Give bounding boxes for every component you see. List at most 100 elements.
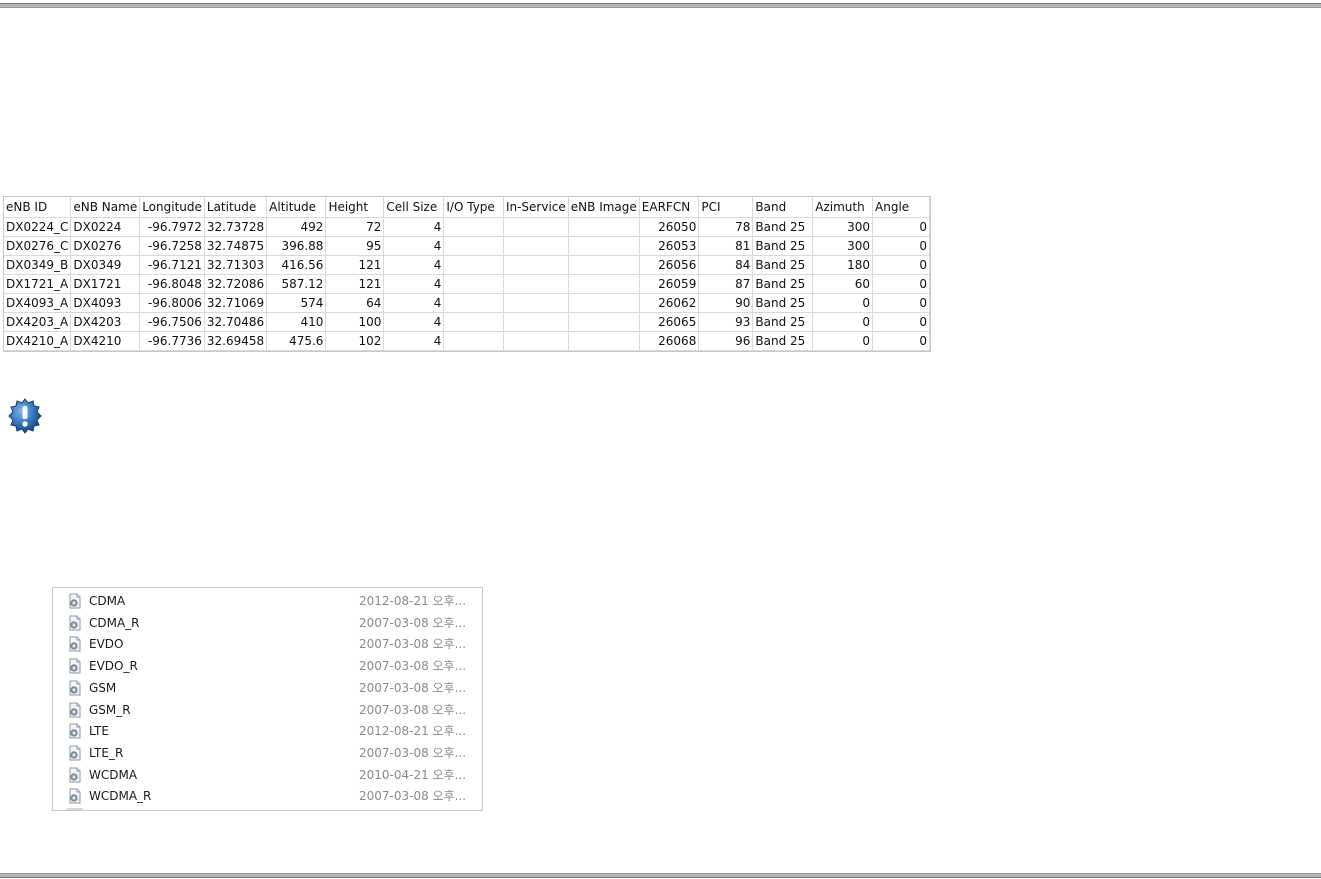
table-cell: 26062: [639, 293, 700, 313]
table-cell: [443, 255, 504, 275]
column-header: eNB ID: [4, 197, 72, 218]
file-name: CDMA_R: [89, 615, 140, 630]
table-cell: [443, 217, 504, 237]
table-cell: [568, 255, 640, 275]
file-date: 2007-03-08 오후...: [359, 702, 467, 717]
table-row: DX4210_A DX4210 -96.7736 32.69458 475.6 102 4 2…: [4, 331, 930, 351]
column-header: eNB Name: [70, 197, 141, 218]
file-name: WCDMA_R: [89, 789, 152, 804]
list-item[interactable]: LTE_R 2007-03-08 오후...: [53, 742, 482, 764]
file-date: 2007-03-08 오후...: [359, 659, 467, 674]
table-cell: 81: [698, 236, 754, 256]
table-cell: 4: [383, 293, 445, 313]
table-cell: 96: [698, 331, 754, 351]
table-cell: [503, 331, 569, 351]
file-name: WCDMA: [89, 767, 138, 782]
table-cell: [568, 217, 640, 237]
table-cell: [568, 236, 640, 256]
table-cell: 396.88: [266, 236, 327, 256]
table-cell: 416.56: [266, 255, 327, 275]
table-cell: DX1721: [70, 274, 141, 294]
table-cell: 300: [812, 236, 874, 256]
table-cell: 4: [383, 236, 445, 256]
table-cell: 410: [266, 312, 327, 332]
file-name: GSM: [89, 680, 117, 695]
table-cell: -96.8048: [139, 274, 205, 294]
table-cell: [568, 293, 640, 313]
table-cell: 0: [872, 293, 930, 313]
table-cell: 121: [325, 274, 385, 294]
table-cell: 0: [812, 312, 874, 332]
table-cell: DX4203: [70, 312, 141, 332]
table-cell: 100: [325, 312, 385, 332]
settings-file-icon: [67, 788, 83, 804]
table-cell: 0: [872, 331, 930, 351]
table-cell: 26056: [639, 255, 700, 275]
table-cell: [443, 312, 504, 332]
table-row: DX4093_A DX4093 -96.8006 32.71069 574 64 4 2606…: [4, 293, 930, 313]
table-cell: 0: [872, 236, 930, 256]
list-item[interactable]: LTE 2012-08-21 오후...: [53, 720, 482, 742]
column-header: Azimuth: [812, 197, 874, 218]
file-name: LTE_R: [89, 745, 124, 760]
file-list: CDMA 2012-08-21 오후... CDMA_R 2007-03-08 오후.…: [52, 587, 483, 811]
file-date: 2007-03-08 오후...: [359, 637, 467, 652]
table-cell: Band 25: [752, 331, 814, 351]
table-cell: DX4093_A: [4, 293, 72, 313]
list-item[interactable]: CDMA 2012-08-21 오후...: [53, 590, 482, 612]
table-cell: -96.8006: [139, 293, 205, 313]
table-cell: [503, 217, 569, 237]
table-cell: -96.7258: [139, 236, 205, 256]
table-cell: DX4210: [70, 331, 141, 351]
list-item[interactable]: WCDMA_R 2007-03-08 오후...: [53, 785, 482, 807]
partial-row: [67, 808, 83, 810]
list-item[interactable]: GSM 2007-03-08 오후...: [53, 677, 482, 699]
list-item[interactable]: CDMA_R 2007-03-08 오후...: [53, 612, 482, 634]
settings-file-icon: [67, 702, 83, 718]
settings-file-icon: [67, 615, 83, 631]
table-cell: Band 25: [752, 217, 814, 237]
table-cell: 4: [383, 217, 445, 237]
file-date: 2012-08-21 오후...: [359, 724, 467, 739]
table-cell: 4: [383, 312, 445, 332]
bottom-rule: [0, 873, 1321, 878]
list-item[interactable]: EVDO_R 2007-03-08 오후...: [53, 655, 482, 677]
table-cell: -96.7972: [139, 217, 205, 237]
table-cell: Band 25: [752, 274, 814, 294]
table-cell: [443, 331, 504, 351]
table-row: DX1721_A DX1721 -96.8048 32.72086 587.12 121 4…: [4, 274, 930, 294]
table-cell: 32.72086: [204, 274, 268, 294]
table-cell: [503, 274, 569, 294]
table-cell: DX0349: [70, 255, 141, 275]
table-cell: 32.74875: [204, 236, 268, 256]
table-cell: 300: [812, 217, 874, 237]
table-cell: DX4210_A: [4, 331, 72, 351]
table-cell: 64: [325, 293, 385, 313]
table-cell: 32.71303: [204, 255, 268, 275]
table-cell: -96.7506: [139, 312, 205, 332]
table-cell: DX4093: [70, 293, 141, 313]
list-item[interactable]: GSM_R 2007-03-08 오후...: [53, 699, 482, 721]
table-cell: [503, 255, 569, 275]
table-cell: 4: [383, 331, 445, 351]
table-cell: 32.69458: [204, 331, 268, 351]
top-rule: [0, 3, 1321, 8]
settings-file-icon: [67, 636, 83, 652]
list-item[interactable]: WCDMA 2010-04-21 오후...: [53, 764, 482, 786]
table-cell: 587.12: [266, 274, 327, 294]
table-cell: Band 25: [752, 312, 814, 332]
table-cell: 32.73728: [204, 217, 268, 237]
table-cell: [503, 293, 569, 313]
table-cell: [503, 236, 569, 256]
table-cell: DX4203_A: [4, 312, 72, 332]
table-cell: [568, 331, 640, 351]
table-row: DX0224_C DX0224 -96.7972 32.73728 492 72 4 2605…: [4, 217, 930, 237]
table-cell: [443, 236, 504, 256]
column-header: EARFCN: [639, 197, 700, 218]
table-cell: [443, 293, 504, 313]
table-cell: -96.7121: [139, 255, 205, 275]
column-header: I/O Type: [443, 197, 504, 218]
table-cell: 26065: [639, 312, 700, 332]
list-item[interactable]: EVDO 2007-03-08 오후...: [53, 633, 482, 655]
table-cell: 0: [812, 293, 874, 313]
